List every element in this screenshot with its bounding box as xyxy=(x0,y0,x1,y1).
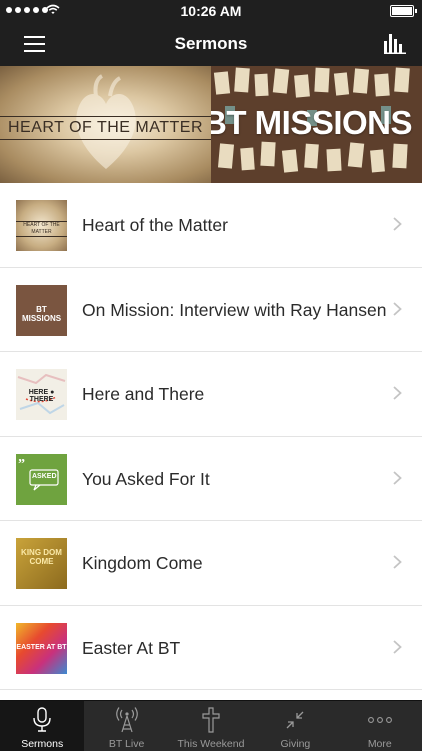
more-dots-icon xyxy=(367,717,392,723)
featured-banner[interactable]: HEART OF THE MATTER BT MISSIONS xyxy=(0,66,422,183)
bar-chart-icon[interactable] xyxy=(384,34,406,54)
sermon-title: Here and There xyxy=(82,384,205,404)
cross-icon xyxy=(202,707,220,733)
battery-icon xyxy=(390,5,417,17)
sermon-title: Kingdom Come xyxy=(82,553,203,573)
tab-more[interactable]: More xyxy=(338,701,422,751)
thumbnail-text: ASKED xyxy=(32,472,57,480)
tab-bar: Sermons BT Live This Weekend Giving More xyxy=(0,700,422,751)
chevron-right-icon xyxy=(393,639,402,654)
sermon-thumbnail: ” ASKED xyxy=(16,453,67,505)
sermon-thumbnail: KING DOM COME xyxy=(16,538,67,589)
tab-label: Giving xyxy=(280,738,311,750)
svg-text:”: ” xyxy=(18,457,25,472)
tab-bt-live[interactable]: BT Live xyxy=(84,701,168,751)
tab-this-weekend[interactable]: This Weekend xyxy=(169,701,253,751)
sermon-thumbnail: BT MISSIONS xyxy=(16,284,67,336)
tab-giving[interactable]: Giving xyxy=(253,701,337,751)
tab-label: Sermons xyxy=(21,738,64,750)
thumbnail-text: HEART OF THE MATTER xyxy=(16,221,67,237)
collapse-arrows-icon xyxy=(286,711,304,729)
list-item[interactable]: HEART OF THE MATTER Heart of the Matter xyxy=(0,183,422,268)
list-item[interactable]: EASTER AT BT Easter At BT xyxy=(0,606,422,690)
microphone-icon xyxy=(33,707,51,732)
chevron-right-icon xyxy=(393,555,402,569)
thumbnail-text: BT MISSIONS xyxy=(21,304,62,323)
thumbnail-text: HERE ● THERE xyxy=(28,389,55,403)
thumbnail-text: KING DOM COME xyxy=(21,548,62,566)
sermon-title: On Mission: Interview with Ray Hansen xyxy=(82,299,387,320)
tab-label: BT Live xyxy=(108,738,145,750)
list-item[interactable]: BT MISSIONS On Mission: Interview with R… xyxy=(0,268,422,352)
thumbnail-text: EASTER AT BT xyxy=(16,643,67,651)
sermon-title: Heart of the Matter xyxy=(82,215,228,235)
list-item[interactable]: ” ASKED You Asked For It xyxy=(0,437,422,521)
chevron-right-icon xyxy=(393,217,402,231)
broadcast-tower-icon xyxy=(115,707,138,733)
tab-sermons[interactable]: Sermons xyxy=(0,701,85,751)
chevron-right-icon xyxy=(393,301,402,316)
navigation-bar: Sermons xyxy=(0,22,422,66)
page-title: Sermons xyxy=(174,34,248,53)
sermon-title: Easter At BT xyxy=(82,637,181,658)
sermon-thumbnail: EASTER AT BT xyxy=(16,622,67,674)
banner-bt-missions[interactable]: BT MISSIONS xyxy=(211,66,422,183)
tab-label: More xyxy=(367,738,392,750)
chevron-right-icon xyxy=(393,386,402,400)
list-item[interactable]: HERE ● THERE Here and There xyxy=(0,352,422,437)
chevron-right-icon xyxy=(393,470,402,485)
tab-label: This Weekend xyxy=(177,738,245,750)
sermon-thumbnail: HEART OF THE MATTER xyxy=(16,200,67,251)
list-item[interactable]: KING DOM COME Kingdom Come xyxy=(0,521,422,606)
sermon-title: You Asked For It xyxy=(82,468,210,489)
sermon-thumbnail: HERE ● THERE xyxy=(16,369,67,420)
banner-left-title: HEART OF THE MATTER xyxy=(8,119,203,136)
status-time: 10:26 AM xyxy=(180,3,242,19)
sermon-list: HEART OF THE MATTER Heart of the Matter … xyxy=(0,183,422,690)
banner-right-title: BT MISSIONS xyxy=(211,104,413,141)
status-bar: 10:26 AM xyxy=(0,0,422,22)
banner-heart-of-the-matter[interactable]: HEART OF THE MATTER xyxy=(0,66,211,183)
